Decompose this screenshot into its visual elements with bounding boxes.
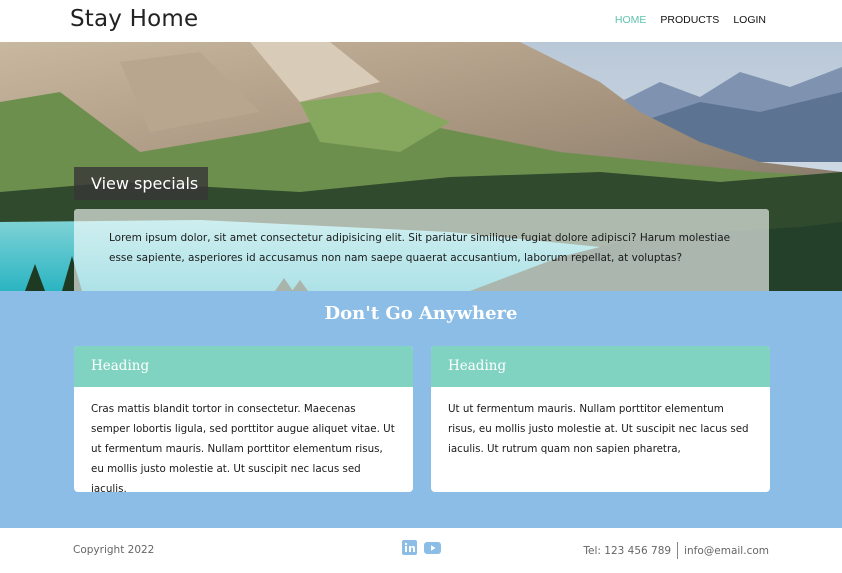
youtube-icon[interactable] xyxy=(424,540,441,559)
hero-banner: View specials Lorem ipsum dolor, sit ame… xyxy=(0,42,842,291)
card-header: Heading xyxy=(74,346,413,387)
features-section: Don't Go Anywhere Heading Cras mattis bl… xyxy=(0,291,842,528)
nav-home-link[interactable]: HOME xyxy=(615,14,647,26)
card-body-text: Cras mattis blandit tortor in consectetu… xyxy=(91,403,395,492)
email-link[interactable]: info@email.com xyxy=(684,545,769,557)
section-title: Don't Go Anywhere xyxy=(324,303,518,324)
contact-divider xyxy=(677,542,679,559)
phone-text: Tel: 123 456 789 xyxy=(583,544,672,557)
card-heading: Heading xyxy=(448,358,507,374)
main-nav: HOME PRODUCTS LOGIN xyxy=(615,14,766,26)
nav-login-link[interactable]: LOGIN xyxy=(733,14,766,26)
contact-info: Tel: 123 456 789 info@email.com xyxy=(583,542,769,559)
hero-paragraph: Lorem ipsum dolor, sit amet consectetur … xyxy=(109,232,731,264)
brand-logo-text[interactable]: Stay Home xyxy=(70,6,198,32)
card-header: Heading xyxy=(431,346,770,387)
view-specials-button[interactable]: View specials xyxy=(74,167,208,200)
site-header: Stay Home HOME PRODUCTS LOGIN xyxy=(0,0,842,42)
card-body-text: Ut ut fermentum mauris. Nullam porttitor… xyxy=(448,403,749,455)
feature-card-left: Heading Cras mattis blandit tortor in co… xyxy=(74,346,413,492)
copyright-text: Copyright 2022 xyxy=(73,544,155,556)
nav-products-link[interactable]: PRODUCTS xyxy=(660,14,719,26)
hero-info-card: Lorem ipsum dolor, sit amet consectetur … xyxy=(74,209,769,291)
social-links xyxy=(402,540,441,559)
feature-card-right: Heading Ut ut fermentum mauris. Nullam p… xyxy=(431,346,770,492)
site-footer: Copyright 2022 Tel: 123 456 789 info@ema… xyxy=(0,528,842,573)
linkedin-icon[interactable] xyxy=(402,540,417,559)
card-heading: Heading xyxy=(91,358,150,374)
